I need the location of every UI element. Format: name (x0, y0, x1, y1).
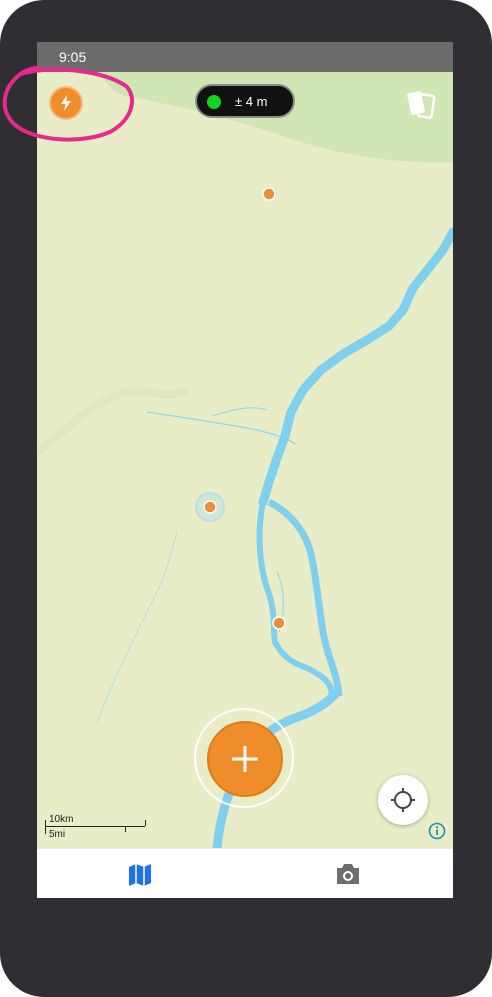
map-marker-selected[interactable] (203, 500, 217, 514)
plus-icon (232, 746, 258, 772)
scale-metric-label: 10km (49, 814, 74, 825)
tab-map[interactable] (125, 862, 155, 888)
add-record-button[interactable] (207, 721, 283, 797)
tab-camera[interactable] (333, 861, 363, 887)
map-attribution-info-button[interactable] (427, 821, 447, 841)
gps-accuracy-text: ± 4 m (235, 94, 268, 109)
gps-status-dot (207, 95, 221, 109)
lightning-bolt-icon (61, 95, 71, 111)
phone-frame: 9:05 ± 4 m 10km 5mi (0, 0, 492, 997)
map-marker[interactable] (262, 187, 276, 201)
map-layers-button[interactable] (405, 86, 441, 122)
map-marker[interactable] (272, 616, 286, 630)
bottom-navigation (37, 848, 453, 898)
app-screen: 9:05 ± 4 m 10km 5mi (37, 42, 453, 898)
my-location-button[interactable] (378, 775, 428, 825)
map-layers-icon (407, 91, 436, 119)
status-time: 9:05 (59, 49, 87, 65)
status-bar: 9:05 (37, 42, 453, 72)
scale-line (45, 826, 145, 827)
gps-accuracy-indicator: ± 4 m (195, 84, 295, 118)
camera-icon (337, 864, 359, 884)
power-mode-button[interactable] (49, 86, 83, 120)
info-icon (428, 822, 446, 840)
map-scale-bar: 10km 5mi (45, 814, 165, 840)
scale-tick (145, 820, 146, 826)
crosshair-locate-icon (391, 788, 415, 812)
scale-tick (45, 820, 46, 834)
scale-imperial-label: 5mi (49, 829, 66, 840)
map-icon (129, 864, 151, 886)
scale-tick (125, 826, 126, 832)
